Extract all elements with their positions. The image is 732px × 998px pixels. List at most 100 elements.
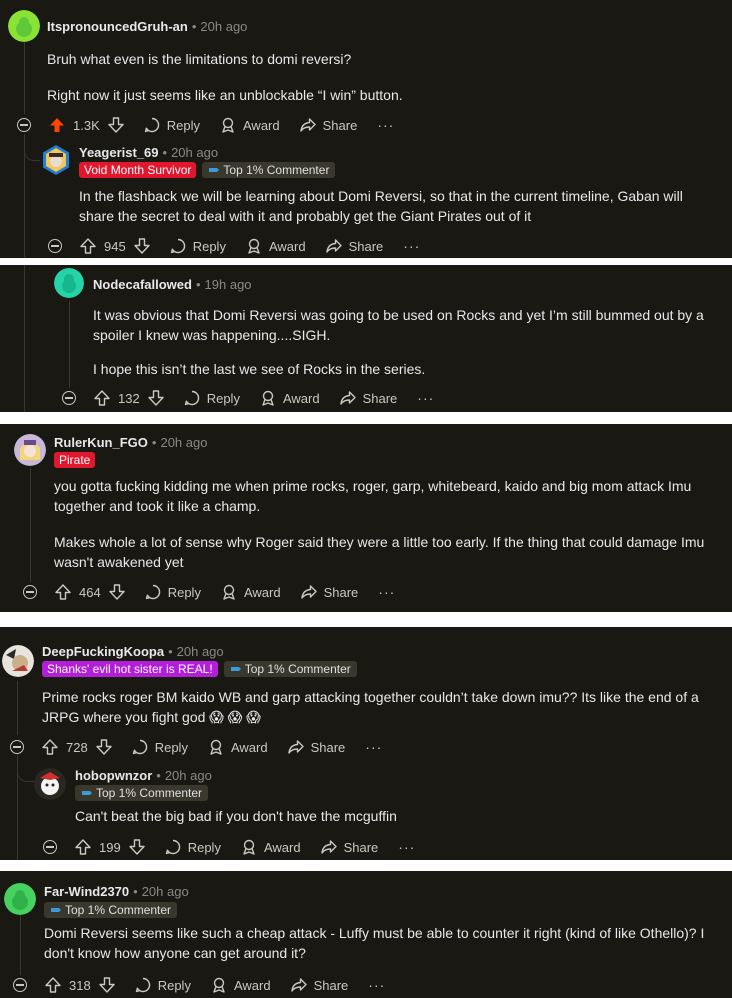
avatar[interactable] bbox=[8, 10, 40, 42]
award-button[interactable]: Award bbox=[246, 238, 306, 254]
reply-icon bbox=[170, 238, 185, 254]
reply-icon bbox=[165, 839, 180, 855]
comment-author[interactable]: Nodecafallowed • 19h ago bbox=[93, 277, 252, 292]
user-flair: Void Month Survivor bbox=[79, 162, 197, 178]
top-commenter-flair: Top 1% Commenter bbox=[75, 785, 209, 801]
more-icon[interactable]: ··· bbox=[368, 977, 385, 993]
comment-panel-4: DeepFuckingKoopa • 20h ago Shanks' evil ho… bbox=[0, 627, 732, 860]
share-icon bbox=[325, 239, 342, 253]
timestamp[interactable]: 20h ago bbox=[200, 19, 247, 34]
award-button[interactable]: Award bbox=[208, 739, 268, 755]
comment-actions: 464 Reply Award Share ··· bbox=[23, 580, 395, 604]
award-button[interactable]: Award bbox=[221, 584, 281, 600]
collapse-icon[interactable] bbox=[23, 585, 37, 599]
timestamp[interactable]: 20h ago bbox=[142, 884, 189, 899]
award-button[interactable]: Award bbox=[211, 977, 271, 993]
downvote-icon[interactable] bbox=[148, 390, 164, 406]
more-icon[interactable]: ··· bbox=[365, 739, 382, 755]
thread-line bbox=[24, 42, 25, 114]
downvote-icon[interactable] bbox=[129, 839, 145, 855]
collapse-icon[interactable] bbox=[43, 840, 57, 854]
comment-body: Bruh what even is the limitations to dom… bbox=[47, 51, 403, 103]
timestamp[interactable]: 19h ago bbox=[205, 277, 252, 292]
share-button[interactable]: Share bbox=[325, 238, 383, 254]
timestamp[interactable]: 20h ago bbox=[171, 145, 218, 160]
downvote-icon[interactable] bbox=[96, 739, 112, 755]
award-button[interactable]: Award bbox=[241, 839, 301, 855]
reply-button[interactable]: Reply bbox=[184, 390, 240, 406]
vote-count: 1.3K bbox=[73, 117, 100, 133]
reply-button[interactable]: Reply bbox=[165, 839, 221, 855]
award-button[interactable]: Award bbox=[260, 390, 320, 406]
upvote-icon[interactable] bbox=[49, 117, 65, 133]
comment-panel-5: Far-Wind2370 • 20h ago Top 1% Commenter Do… bbox=[0, 871, 732, 998]
more-icon[interactable]: ··· bbox=[403, 238, 420, 254]
share-button[interactable]: Share bbox=[290, 977, 348, 993]
more-icon[interactable]: ··· bbox=[378, 584, 395, 600]
avatar[interactable] bbox=[14, 434, 46, 466]
reply-button[interactable]: Reply bbox=[145, 584, 201, 600]
avatar[interactable] bbox=[40, 144, 72, 176]
comment-author[interactable]: ItspronouncedGruh-an • 20h ago bbox=[47, 19, 247, 34]
avatar[interactable] bbox=[34, 768, 66, 800]
avatar[interactable] bbox=[4, 883, 36, 915]
collapse-icon[interactable] bbox=[10, 740, 24, 754]
timestamp[interactable]: 20h ago bbox=[160, 435, 207, 450]
reply-button[interactable]: Reply bbox=[135, 977, 191, 993]
upvote-icon[interactable] bbox=[42, 739, 58, 755]
vote-count: 318 bbox=[69, 977, 91, 993]
downvote-icon[interactable] bbox=[134, 238, 150, 254]
collapse-icon[interactable] bbox=[17, 118, 31, 132]
comment-author[interactable]: RulerKun_FGO • 20h ago bbox=[54, 435, 207, 450]
share-button[interactable]: Share bbox=[339, 390, 397, 406]
reply-button[interactable]: Reply bbox=[170, 238, 226, 254]
comment-actions: 945 Reply Award Share ··· bbox=[48, 234, 420, 258]
username[interactable]: Far-Wind2370 bbox=[44, 884, 129, 899]
collapse-icon[interactable] bbox=[48, 239, 62, 253]
collapse-icon[interactable] bbox=[13, 978, 27, 992]
upvote-icon[interactable] bbox=[75, 839, 91, 855]
downvote-icon[interactable] bbox=[109, 584, 125, 600]
upvote-icon[interactable] bbox=[94, 390, 110, 406]
username[interactable]: DeepFuckingKoopa bbox=[42, 644, 164, 659]
comment-author[interactable]: Far-Wind2370 • 20h ago bbox=[44, 884, 189, 899]
username[interactable]: hobopwnzor bbox=[75, 768, 152, 783]
avatar[interactable] bbox=[54, 268, 84, 298]
upvote-icon[interactable] bbox=[55, 584, 71, 600]
username[interactable]: Nodecafallowed bbox=[93, 277, 192, 292]
share-button[interactable]: Share bbox=[299, 117, 357, 133]
comment-author[interactable]: DeepFuckingKoopa • 20h ago bbox=[42, 644, 224, 659]
comment-author[interactable]: hobopwnzor • 20h ago bbox=[75, 768, 212, 783]
reply-button[interactable]: Reply bbox=[132, 739, 188, 755]
timestamp[interactable]: 20h ago bbox=[165, 768, 212, 783]
downvote-icon[interactable] bbox=[108, 117, 124, 133]
upvote-icon[interactable] bbox=[80, 238, 96, 254]
more-icon[interactable]: ··· bbox=[398, 839, 415, 855]
comment-body: Can't beat the big bad if you don't have… bbox=[75, 808, 397, 824]
comment-author[interactable]: Yeagerist_69 • 20h ago bbox=[79, 145, 218, 160]
user-flairs: Void Month Survivor Top 1% Commenter bbox=[79, 162, 336, 178]
share-button[interactable]: Share bbox=[320, 839, 378, 855]
award-button[interactable]: Award bbox=[220, 117, 280, 133]
vote-group: 132 bbox=[94, 390, 164, 406]
share-button[interactable]: Share bbox=[287, 739, 345, 755]
avatar[interactable] bbox=[2, 645, 34, 677]
timestamp[interactable]: 20h ago bbox=[177, 644, 224, 659]
share-icon bbox=[299, 118, 316, 132]
reply-button[interactable]: Reply bbox=[144, 117, 200, 133]
username[interactable]: Yeagerist_69 bbox=[79, 145, 159, 160]
username[interactable]: ItspronouncedGruh-an bbox=[47, 19, 188, 34]
username[interactable]: RulerKun_FGO bbox=[54, 435, 148, 450]
user-flairs: Shanks' evil hot sister is REAL! Top 1% … bbox=[42, 661, 357, 677]
vote-group: 728 bbox=[42, 739, 112, 755]
reply-connector bbox=[24, 134, 40, 161]
upvote-icon[interactable] bbox=[45, 977, 61, 993]
downvote-icon[interactable] bbox=[99, 977, 115, 993]
share-icon bbox=[300, 585, 317, 599]
comment-body: Prime rocks roger BM kaido WB and garp a… bbox=[42, 689, 699, 725]
commenter-icon bbox=[51, 908, 61, 912]
collapse-icon[interactable] bbox=[62, 391, 76, 405]
more-icon[interactable]: ··· bbox=[417, 390, 434, 406]
more-icon[interactable]: ··· bbox=[377, 117, 394, 133]
share-button[interactable]: Share bbox=[300, 584, 358, 600]
